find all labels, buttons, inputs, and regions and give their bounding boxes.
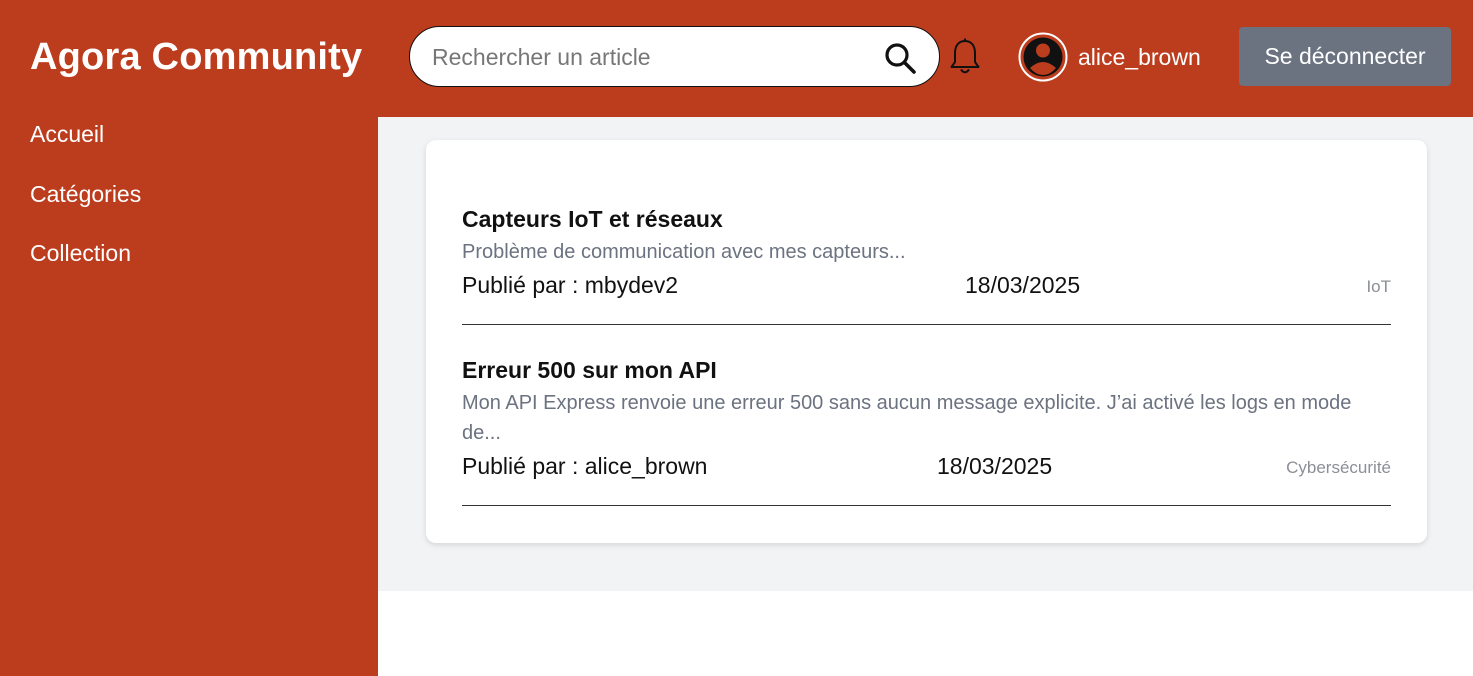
- top-header: Agora Community alice_brown Se déconnect…: [0, 0, 1473, 117]
- sidebar: Accueil Catégories Collection: [0, 117, 378, 676]
- user-circle-icon[interactable]: [1018, 32, 1068, 82]
- articles-card: Capteurs IoT et réseaux Problème de comm…: [426, 140, 1427, 543]
- article-author: Publié par : alice_brown: [462, 453, 708, 479]
- article-date: 18/03/2025: [965, 272, 1081, 298]
- search-bar[interactable]: [409, 26, 940, 87]
- article-excerpt: Problème de communication avec mes capte…: [462, 241, 906, 263]
- article-item[interactable]: Capteurs IoT et réseaux Problème de comm…: [462, 206, 1391, 326]
- article-category: IoT: [1366, 277, 1391, 296]
- article-title[interactable]: Capteurs IoT et réseaux: [462, 206, 1391, 233]
- username-label[interactable]: alice_brown: [1078, 44, 1201, 71]
- app-title[interactable]: Agora Community: [30, 36, 362, 79]
- article-excerpt: Mon API Express renvoie une erreur 500 s…: [462, 392, 1352, 444]
- article-divider: [462, 324, 1391, 325]
- article-date: 18/03/2025: [937, 453, 1053, 479]
- article-author: Publié par : mbydev2: [462, 272, 679, 298]
- sidebar-item-accueil[interactable]: Accueil: [30, 121, 104, 148]
- article-divider: [462, 505, 1391, 506]
- sidebar-item-collection[interactable]: Collection: [30, 240, 131, 267]
- article-category: Cybersécurité: [1286, 458, 1391, 477]
- article-item[interactable]: Erreur 500 sur mon API Mon API Express r…: [462, 357, 1391, 507]
- search-icon[interactable]: [883, 41, 917, 75]
- sidebar-item-categories[interactable]: Catégories: [30, 181, 141, 208]
- page: Agora Community alice_brown Se déconnect…: [0, 0, 1473, 676]
- logout-button[interactable]: Se déconnecter: [1239, 27, 1451, 86]
- bell-icon[interactable]: [948, 37, 982, 77]
- article-title[interactable]: Erreur 500 sur mon API: [462, 357, 1391, 384]
- search-input[interactable]: [432, 37, 872, 77]
